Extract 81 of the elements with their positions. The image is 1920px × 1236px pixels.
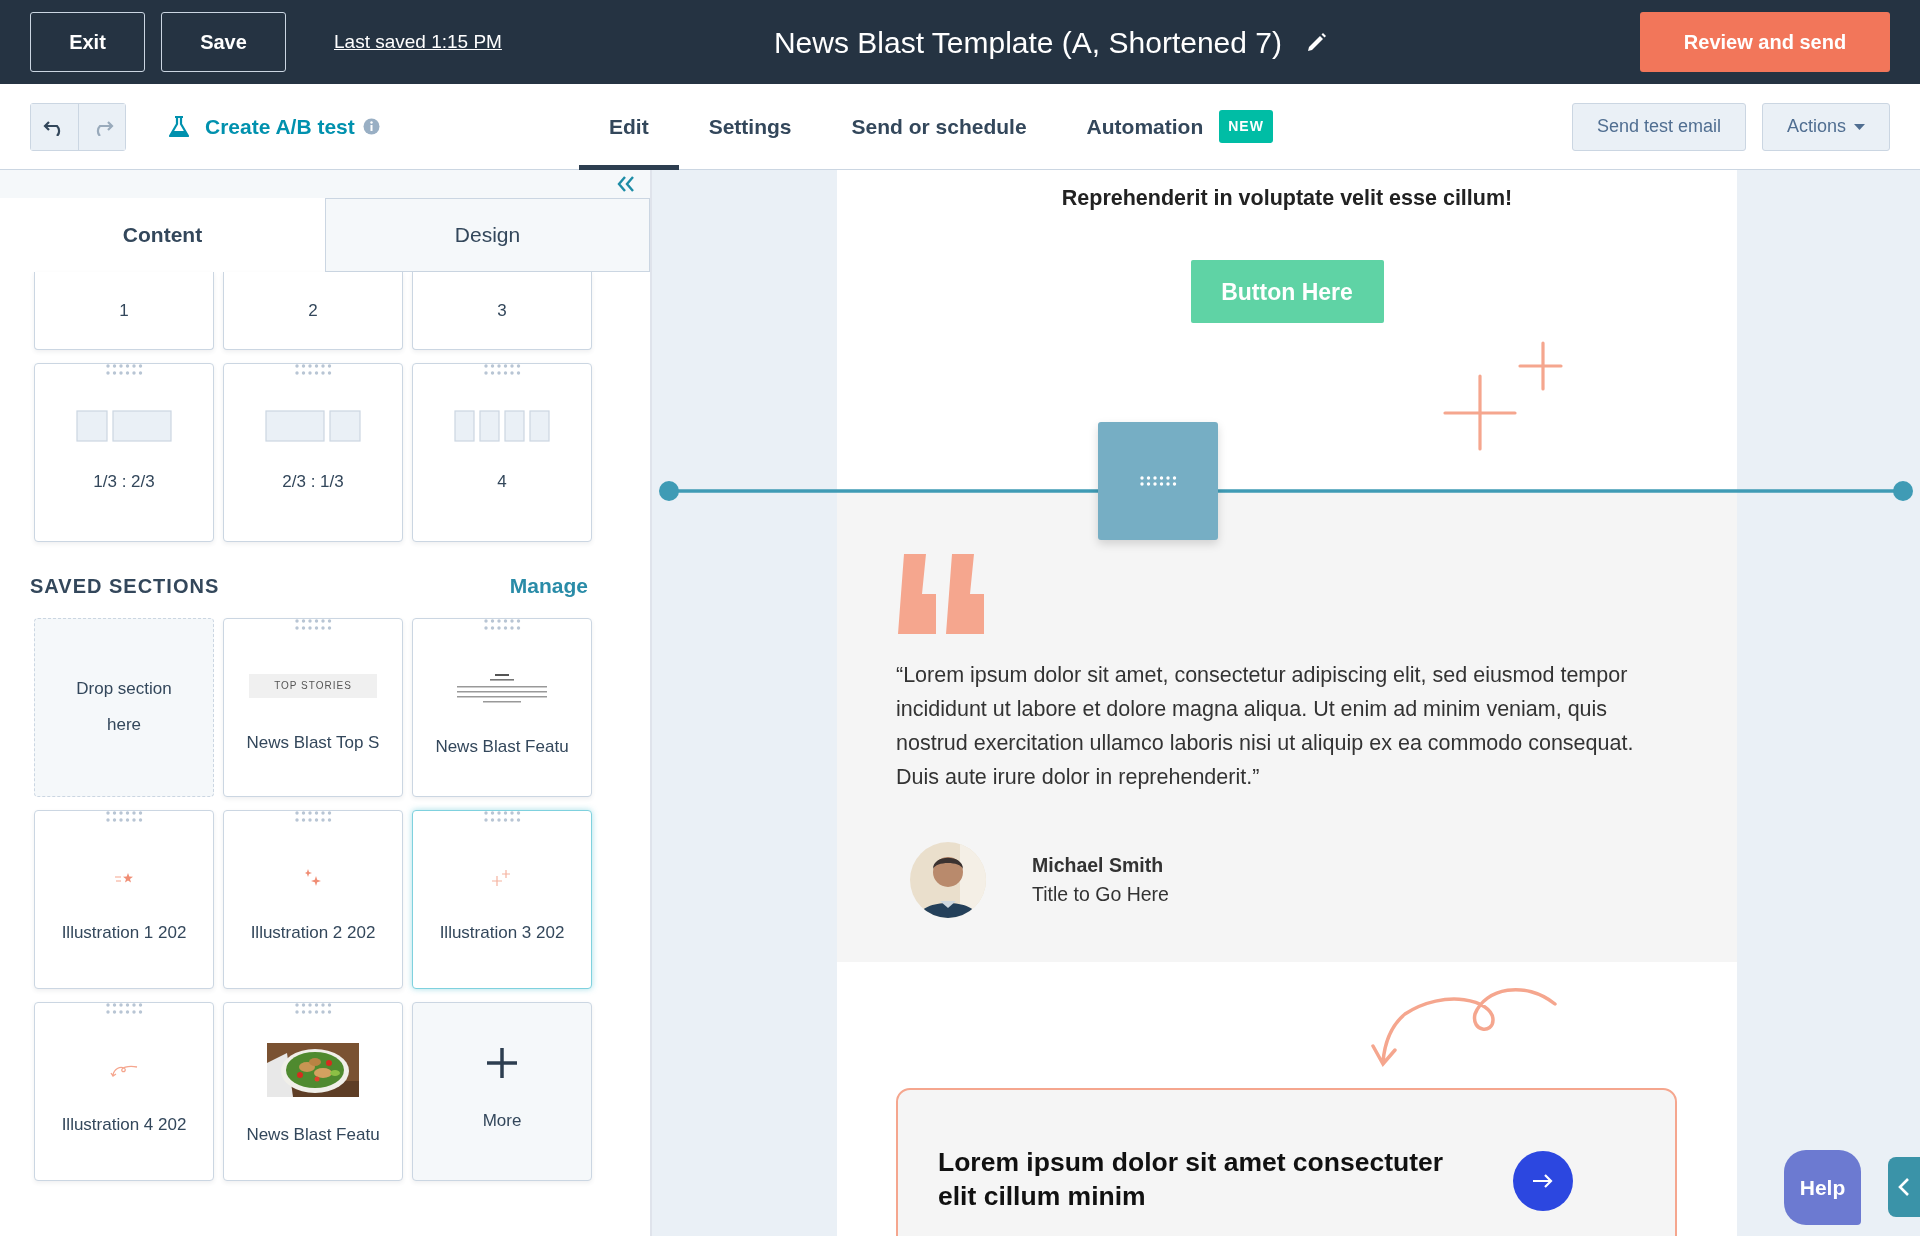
editor-tab[interactable]: Automation NEW [1056,83,1303,170]
plus-icon [487,1048,517,1079]
sparkles-icon [305,868,321,887]
testimonial-quote: “Lorem ipsum dolor sit amet, consectetur adipiscing elit, sed eiusmod tempor incididunt ut labore et dolore magna aliqua. Ut enim ad minim veniam, quis nostrud exercitation ullamco laboris nisi ut aliquip ex ea commodo consequat. Duis aute irure dolor in reprehenderit.” [896,662,1635,791]
column-layout-icon [265,410,361,442]
tile-label: Illustration 4 202 [61,1113,187,1136]
editor-tab[interactable]: Settings [678,83,822,170]
panel-tab[interactable]: Content [0,198,325,272]
create-ab-test-link[interactable]: Create A/B test [205,110,355,143]
drag-handle[interactable] [1098,422,1218,540]
arrow-button[interactable] [1513,1151,1573,1211]
arrow-right-icon [1533,1174,1553,1188]
send-test-email-button[interactable]: Send test email [1571,102,1746,151]
grip-icon [1139,476,1177,486]
panel-tab[interactable]: Design [325,198,650,272]
saved-section-tile[interactable]: Illustration 4 202 [34,1001,214,1181]
drag-handle-icon [105,810,143,822]
drop-zone[interactable]: Drop section here [34,617,214,797]
saved-section-tile[interactable]: News Blast Featu [412,617,592,797]
actions-dropdown[interactable]: Actions [1761,102,1890,151]
saved-section-tile[interactable]: Illustration 1 202 [34,809,214,989]
drag-handle-icon [483,364,521,375]
section-heading: SAVED SECTIONS [30,573,220,599]
tile-label: 1/3 : 2/3 [93,471,155,493]
save-button[interactable]: Save [161,12,286,72]
layout-tile[interactable]: 1/3 : 2/3 [34,363,214,542]
layout-tile[interactable]: 1 [34,272,214,350]
tile-label: Illustration 3 202 [439,921,565,944]
cta-text: Lorem ipsum dolor sit amet consectuter elit cillum minim [938,1146,1445,1213]
flask-icon [169,115,189,138]
info-icon [362,118,380,135]
tile-label: More [482,1110,522,1133]
drop-zone-label: Drop section here [75,678,173,736]
tile-label: 2 [308,299,318,322]
saved-section-tile[interactable]: Illustration 3 202 [412,809,592,989]
drag-handle-icon [105,364,143,375]
chevron-left-icon [1898,1177,1910,1197]
column-layout-icon [454,410,550,442]
tile-label: 4 [497,471,507,493]
saved-section-tile[interactable]: TOP STORIES News Blast Top S [223,617,403,797]
more-tile[interactable]: More [412,1001,592,1181]
drag-handle-icon [294,1002,332,1014]
tile-label: Illustration 1 202 [61,921,187,944]
column-layout-icon [76,410,172,442]
layout-tile[interactable]: 2 [223,272,403,350]
drag-handle-icon [483,810,521,822]
banner-thumbnail: TOP STORIES [249,673,377,698]
saved-section-tile[interactable]: News Blast Featu [223,1001,403,1181]
caret-icon [1854,123,1865,130]
drag-handle-icon [105,1002,143,1014]
sparkles-icon [492,868,512,887]
tile-label: 1 [119,299,129,322]
tile-label: 2/3 : 1/3 [282,471,344,493]
help-button[interactable]: Help [1784,1150,1861,1225]
drag-handle-icon [294,364,332,375]
layout-tile[interactable]: 2/3 : 1/3 [223,363,403,542]
document-title: News Blast Template (A, Shortened 7) [773,24,1282,61]
manage-link[interactable]: Manage [509,570,588,602]
email-heading: Reprehenderit in voluptate velit esse cillum! [1060,185,1514,212]
drag-handle-icon [483,618,521,630]
drag-handle-icon [294,810,332,822]
double-chevron-left-icon [616,175,636,193]
drag-handle-icon [294,618,332,630]
saved-section-tile[interactable]: Illustration 2 202 [223,809,403,989]
layout-tile[interactable]: 4 [412,363,592,542]
author-title: Title to Go Here [1032,882,1169,907]
new-badge: NEW [1219,110,1273,143]
tile-label: News Blast Top S [246,731,380,754]
tile-label: News Blast Featu [435,735,569,758]
star-burst-icon [114,871,134,884]
quote-mark-icon [896,554,986,634]
editor-tab[interactable]: Send or schedule [821,83,1057,170]
pencil-icon[interactable] [1306,31,1328,53]
author-name: Michael Smith [1032,852,1165,878]
tile-label: 3 [497,299,507,322]
expand-panel-button[interactable] [1888,1157,1920,1217]
tile-label: News Blast Featu [246,1123,380,1146]
exit-button[interactable]: Exit [30,12,145,72]
last-saved-link[interactable]: Last saved 1:15 PM [334,27,502,57]
layout-tile[interactable]: 3 [412,272,592,350]
tile-label: Illustration 2 202 [250,921,376,944]
